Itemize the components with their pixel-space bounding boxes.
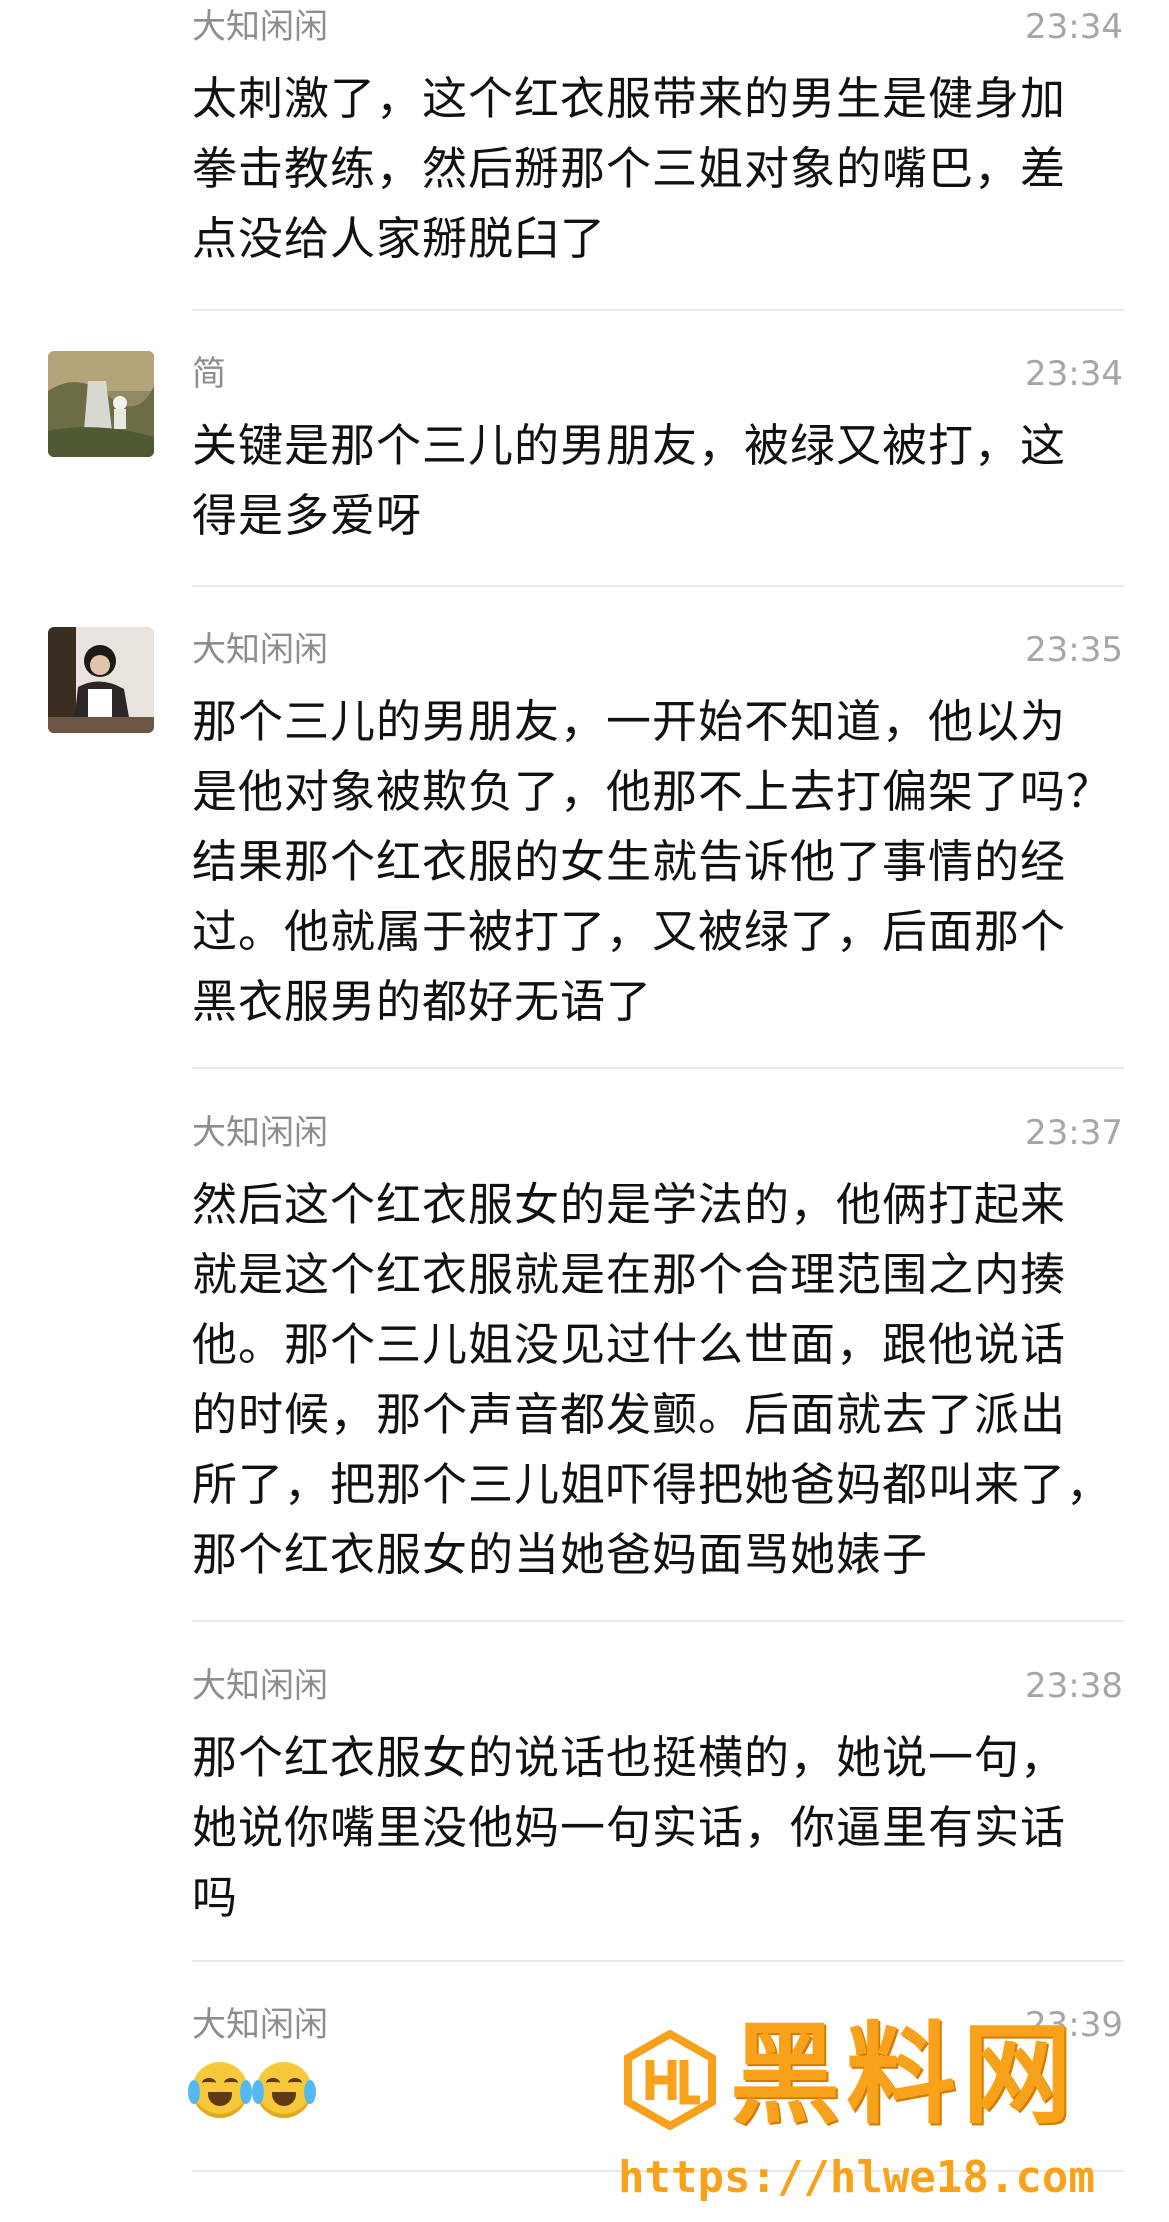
avatar-person-image <box>48 627 154 733</box>
avatar-landscape-image <box>48 351 154 457</box>
comment-text: 太刺激了，这个红衣服带来的男生是健身加 拳击教练，然后掰那个三姐对象的嘴巴，差 … <box>192 72 1067 265</box>
comment-item[interactable]: 大知闲闲 23:35 那个三儿的男朋友，一开始不知道，他以为 是他对象被欺负了，… <box>0 627 1169 1047</box>
divider <box>192 585 1124 587</box>
comment-username[interactable]: 大知闲闲 <box>192 2002 328 2048</box>
comment-username[interactable]: 大知闲闲 <box>192 4 328 50</box>
comment-username[interactable]: 大知闲闲 <box>192 1110 328 1156</box>
comment-timestamp: 23:34 <box>1025 7 1123 47</box>
comment-item[interactable]: 大知闲闲 23:37 然后这个红衣服女的是学法的，他俩打起来 就是这个红衣服就是… <box>0 1110 1169 1610</box>
crying-laughing-face-icon <box>252 2062 316 2118</box>
comment-item[interactable]: 大知闲闲 23:38 那个红衣服女的说话也挺横的，她说一句， 她说你嘴里没他妈一… <box>0 1663 1169 1963</box>
avatar[interactable] <box>48 627 154 733</box>
comment-item[interactable]: 简 23:34 关键是那个三儿的男朋友，被绿又被打，这 得是多爱呀 <box>0 351 1169 571</box>
divider <box>192 1960 1124 1962</box>
emoji-row <box>188 2062 316 2118</box>
comment-username[interactable]: 大知闲闲 <box>192 1663 328 1709</box>
divider <box>192 1620 1124 1622</box>
comment-text: 那个三儿的男朋友，一开始不知道，他以为 是他对象被欺负了，他那不上去打偏架了吗？… <box>192 695 1113 1028</box>
crying-laughing-face-icon <box>188 2062 252 2118</box>
comment-text: 然后这个红衣服女的是学法的，他俩打起来 就是这个红衣服就是在那个合理范围之内揍 … <box>192 1178 1113 1581</box>
hl-logo-icon <box>624 2030 716 2130</box>
divider <box>192 309 1124 311</box>
comment-timestamp: 23:35 <box>1025 630 1123 670</box>
comment-timestamp: 23:34 <box>1025 354 1123 394</box>
comment-text: 那个红衣服女的说话也挺横的，她说一句， 她说你嘴里没他妈一句实话，你逼里有实话 … <box>192 1731 1067 1924</box>
comment-username[interactable]: 大知闲闲 <box>192 627 328 673</box>
watermark: 黑料网 https://hlwe18.com <box>600 2010 1160 2220</box>
comment-timestamp: 23:38 <box>1025 1666 1123 1706</box>
watermark-title: 黑料网 <box>730 2011 1078 2139</box>
divider <box>192 1067 1124 1069</box>
comment-timestamp: 23:37 <box>1025 1113 1123 1153</box>
comment-username[interactable]: 简 <box>192 351 226 397</box>
comment-item[interactable]: 大知闲闲 23:34 太刺激了，这个红衣服带来的男生是健身加 拳击教练，然后掰那… <box>0 4 1169 304</box>
watermark-url: https://hlwe18.com <box>618 2152 1095 2203</box>
comment-text: 关键是那个三儿的男朋友，被绿又被打，这 得是多爱呀 <box>192 419 1067 542</box>
avatar[interactable] <box>48 351 154 457</box>
comment-feed: 大知闲闲 23:34 太刺激了，这个红衣服带来的男生是健身加 拳击教练，然后掰那… <box>0 0 1169 2222</box>
